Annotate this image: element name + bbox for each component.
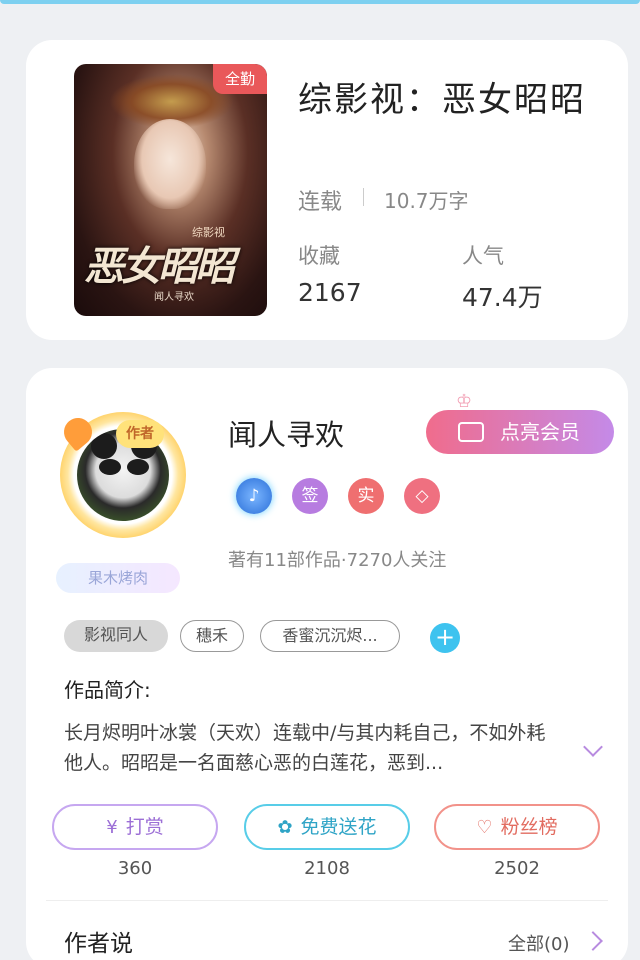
reward-button[interactable]: ¥ 打赏 xyxy=(52,804,218,850)
author-badge: 作者 xyxy=(116,420,164,448)
signed-badge[interactable]: 签 xyxy=(292,478,328,514)
reward-label: 打赏 xyxy=(125,816,164,838)
cover-author-text: 闻人寻欢 xyxy=(154,292,194,303)
yen-icon: ¥ xyxy=(106,817,118,838)
panda-eye xyxy=(99,459,121,475)
author-name[interactable]: 闻人寻欢 xyxy=(228,412,344,454)
divider xyxy=(46,900,608,901)
chevron-right-icon[interactable] xyxy=(583,931,603,951)
vip-button-label: 点亮会员 xyxy=(500,420,580,444)
intro-text: 长月烬明叶冰裳（天欢）连载中/与其内耗自己，不如外耗他人。昭昭是一名面慈心恶的白… xyxy=(64,722,546,774)
favorites-label: 收藏 xyxy=(298,244,340,268)
reward-count: 360 xyxy=(117,858,153,879)
music-badge-icon[interactable]: ♪ xyxy=(236,478,272,514)
panda-eye xyxy=(127,459,149,475)
intro-title: 作品简介: xyxy=(64,678,151,702)
tag-chip[interactable]: 穗禾 xyxy=(180,620,244,652)
flower-icon: ✿ xyxy=(277,817,293,838)
book-cover[interactable]: 综影视 恶女昭昭 闻人寻欢 全勤 xyxy=(74,64,267,316)
author-say-all-link[interactable]: 全部(0) xyxy=(508,930,570,956)
author-works-info: 著有11部作品·7270人关注 xyxy=(228,550,447,571)
crown-icon: ♔ xyxy=(456,391,473,412)
cover-calligraphy-title: 恶女昭昭 xyxy=(84,243,235,290)
fans-rank-label: 粉丝榜 xyxy=(500,816,558,838)
author-say-title: 作者说 xyxy=(64,931,133,957)
popularity-value: 47.4万 xyxy=(462,283,543,312)
fans-count: 2502 xyxy=(494,858,540,879)
add-tag-button[interactable]: + xyxy=(430,623,460,653)
send-flower-button[interactable]: ✿ 免费送花 xyxy=(244,804,410,850)
popularity-label: 人气 xyxy=(462,244,504,268)
vip-button[interactable]: 点亮会员 xyxy=(426,410,614,454)
tag-chip[interactable]: 香蜜沉沉烬... xyxy=(260,620,400,652)
tag-chip[interactable]: 影视同人 xyxy=(64,620,168,652)
cover-art-face xyxy=(134,119,206,209)
send-flower-label: 免费送花 xyxy=(300,816,377,838)
diamond-icon xyxy=(458,422,484,442)
flower-count: 2108 xyxy=(304,858,350,879)
fans-rank-button[interactable]: ♡ 粉丝榜 xyxy=(434,804,600,850)
top-bar xyxy=(0,0,640,4)
expand-chevron-icon[interactable] xyxy=(583,737,603,757)
verified-badge[interactable]: 实 xyxy=(348,478,384,514)
avatar-pendant-tag: 果木烤肉 xyxy=(56,563,180,593)
divider xyxy=(363,188,364,206)
diamond-badge-icon[interactable]: ◇ xyxy=(404,478,440,514)
serial-status: 连载 xyxy=(298,190,343,215)
fans-icon: ♡ xyxy=(476,817,493,838)
book-info-card: 综影视 恶女昭昭 闻人寻欢 全勤 综影视：恶女昭昭 连载 10.7万字 收藏 2… xyxy=(26,40,628,340)
favorites-value: 2167 xyxy=(298,278,362,307)
book-title: 综影视：恶女昭昭 xyxy=(298,80,586,120)
full-attendance-badge: 全勤 xyxy=(213,64,267,94)
author-card: 作者 果木烤肉 闻人寻欢 ♔ 点亮会员 ♪ 签 实 ◇ 著有11部作品·7270… xyxy=(26,368,628,960)
word-count: 10.7万字 xyxy=(384,189,469,213)
panda-ear xyxy=(91,433,117,459)
